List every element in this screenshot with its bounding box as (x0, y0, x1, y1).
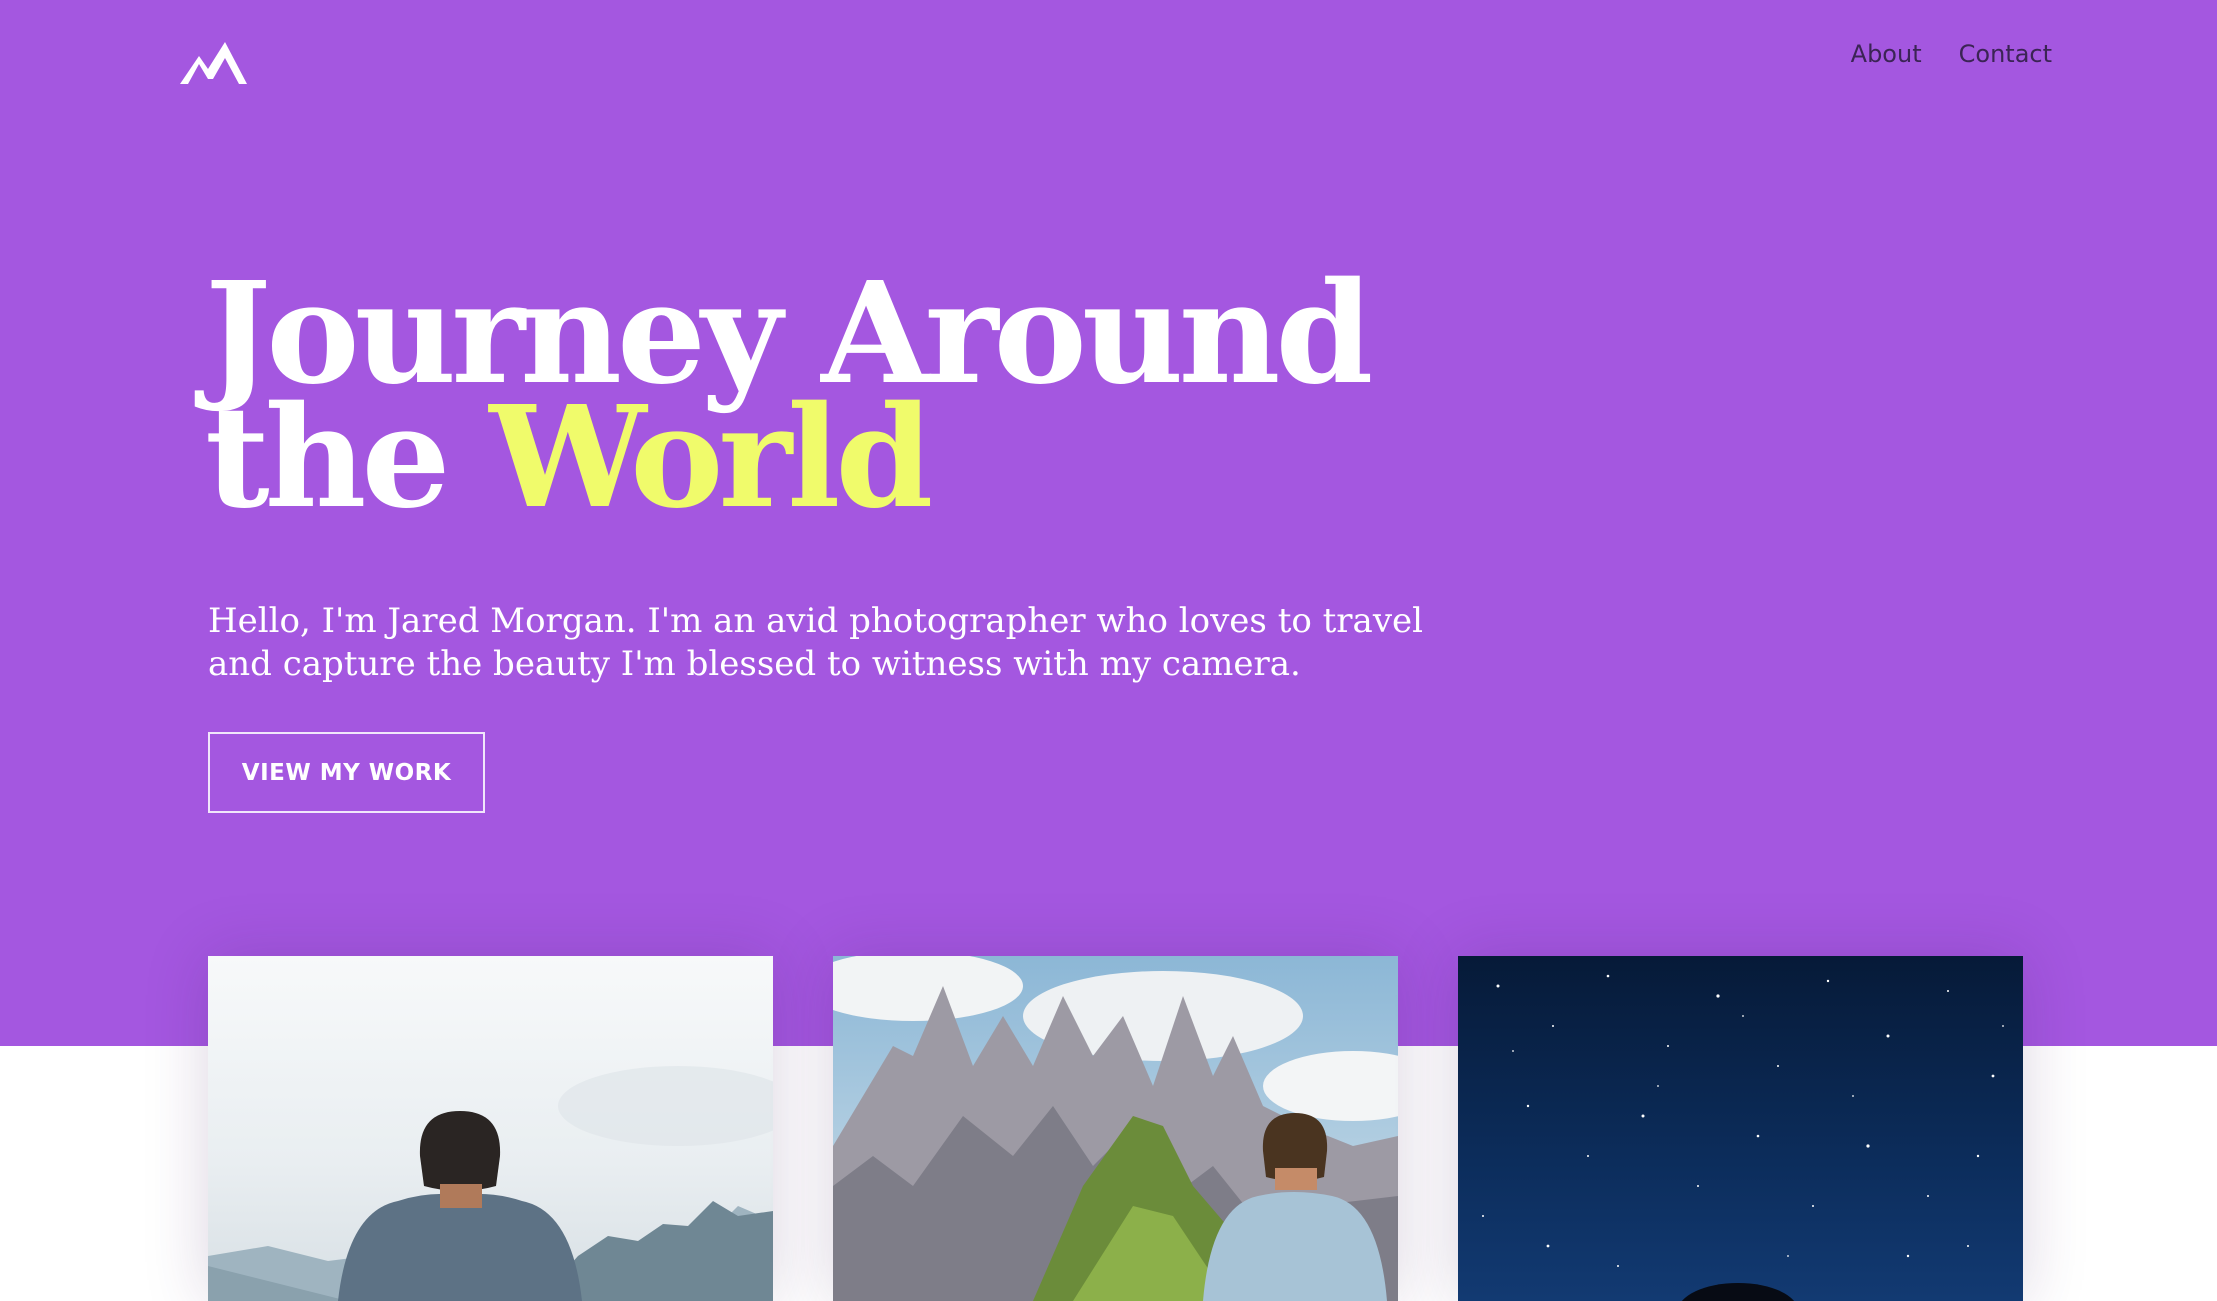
hero-section: About Contact Journey Around the World He… (0, 0, 2217, 1046)
mountain-logo-icon[interactable] (180, 42, 247, 84)
page: About Contact Journey Around the World He… (0, 0, 2217, 1301)
top-nav: About Contact (1851, 40, 2052, 68)
man-facing-misty-mountains-photo (208, 956, 773, 1301)
man-facing-rocky-peaks-photo (833, 956, 1398, 1301)
view-my-work-button[interactable]: VIEW MY WORK (208, 732, 485, 813)
starry-night-sky-photo (1458, 956, 2023, 1301)
headline-line-2-prefix: the (205, 376, 451, 540)
headline-accent-word: World (489, 376, 933, 540)
hero-intro-text: Hello, I'm Jared Morgan. I'm an avid pho… (208, 601, 1424, 684)
nav-contact-link[interactable]: Contact (1959, 40, 2052, 68)
nav-about-link[interactable]: About (1851, 40, 1922, 68)
gallery-card-1[interactable] (208, 956, 773, 1301)
hero-headline: Journey Around the World (205, 264, 1373, 528)
gallery-card-2[interactable] (833, 956, 1398, 1301)
gallery-card-3[interactable] (1458, 956, 2023, 1301)
